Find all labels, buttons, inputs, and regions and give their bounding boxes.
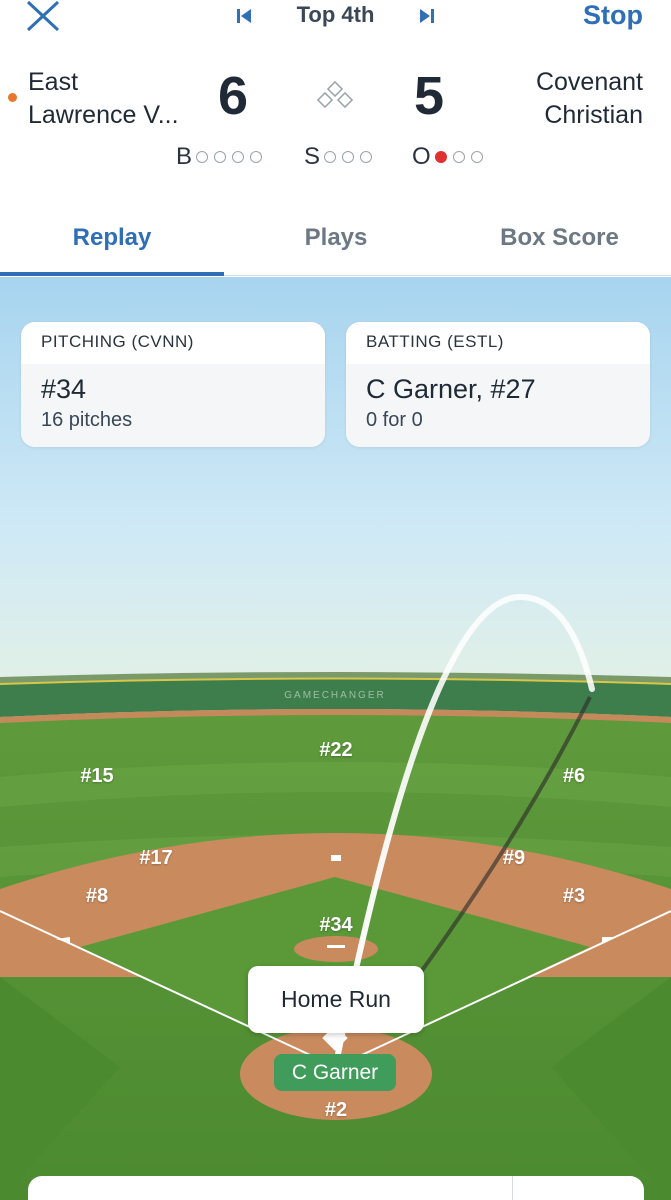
batter-stats: 0 for 0: [366, 409, 423, 431]
live-indicator: [8, 93, 17, 102]
strikes-dots: [324, 151, 378, 163]
pitching-card: PITCHING (CVNN) #34 16 pitches: [21, 322, 325, 447]
pitch-count: 16 pitches: [41, 409, 133, 431]
balls-dots: [196, 151, 268, 163]
catcher-label: #2: [324, 1099, 348, 1121]
shortstop-label: #17: [139, 847, 173, 869]
strikes-dot: [324, 151, 337, 163]
home-team-name: Covenant Christian: [443, 66, 643, 132]
outs-label: O: [412, 143, 431, 170]
away-team-name-line1: East: [28, 68, 79, 96]
balls-count: B: [176, 143, 268, 171]
scoreboard-header: Top 4th Stop East Lawrence V... 6 5 Cove…: [0, 0, 671, 200]
inning-label: Top 4th: [296, 2, 375, 27]
balls-label: B: [176, 143, 193, 170]
wall-text: GAMECHANGER: [284, 690, 385, 701]
outs-count: O: [412, 143, 489, 171]
left-fielder-label: #15: [80, 765, 114, 787]
home-team-name-line1: Covenant: [535, 68, 643, 96]
close-icon[interactable]: [24, 0, 64, 34]
right-fielder-label: #6: [562, 765, 586, 787]
pitcher-label: #34: [319, 914, 353, 936]
first-baseman-label: #3: [562, 885, 586, 907]
field-replay: GAMECHANGER PITCHING (CVNN) #34 16 pitch…: [0, 277, 671, 1200]
pitcher-number: #34: [41, 374, 87, 404]
away-score: 6: [218, 66, 249, 126]
balls-dot: [196, 151, 209, 163]
outs-dot: [470, 151, 483, 163]
skip-back-icon[interactable]: [234, 6, 254, 26]
strikes-dot: [360, 151, 373, 163]
second-baseman-label: #9: [502, 847, 526, 869]
strikes-dot: [342, 151, 355, 163]
bottom-panel: [28, 1176, 644, 1200]
outs-dots: [434, 151, 489, 163]
tab-plays[interactable]: Plays: [224, 224, 448, 252]
strikes-count: S: [304, 143, 378, 171]
strikes-label: S: [304, 143, 321, 170]
active-tab-indicator: [0, 272, 224, 276]
batting-card-title: BATTING (ESTL): [346, 322, 650, 364]
home-score: 5: [414, 66, 445, 126]
skip-forward-icon[interactable]: [417, 6, 437, 26]
bases-diamond-icon: [316, 80, 354, 109]
pitching-card-title: PITCHING (CVNN): [21, 322, 325, 364]
tab-box-score[interactable]: Box Score: [448, 224, 671, 252]
balls-dot: [232, 151, 245, 163]
stop-button[interactable]: Stop: [583, 0, 643, 31]
tab-replay[interactable]: Replay: [0, 224, 224, 252]
away-team-name-line2: Lawrence V...: [28, 101, 179, 129]
batter-tag[interactable]: C Garner: [274, 1054, 396, 1091]
away-team-name: East Lawrence V...: [28, 66, 228, 132]
third-baseman-label: #8: [85, 885, 109, 907]
balls-dot: [214, 151, 227, 163]
outs-dot: [434, 151, 447, 163]
home-team-name-line2: Christian: [544, 101, 643, 129]
center-fielder-label: #22: [319, 739, 353, 761]
balls-dot: [250, 151, 263, 163]
batting-card-body: C Garner, #27 0 for 0: [346, 364, 650, 447]
play-result-popup: Home Run: [248, 966, 424, 1033]
batter-name: C Garner, #27: [366, 374, 536, 404]
bottom-panel-divider: [512, 1176, 513, 1200]
batting-card: BATTING (ESTL) C Garner, #27 0 for 0: [346, 322, 650, 447]
outs-dot: [452, 151, 465, 163]
tab-bar: Replay Plays Box Score: [0, 210, 671, 276]
pitching-card-body: #34 16 pitches: [21, 364, 325, 447]
